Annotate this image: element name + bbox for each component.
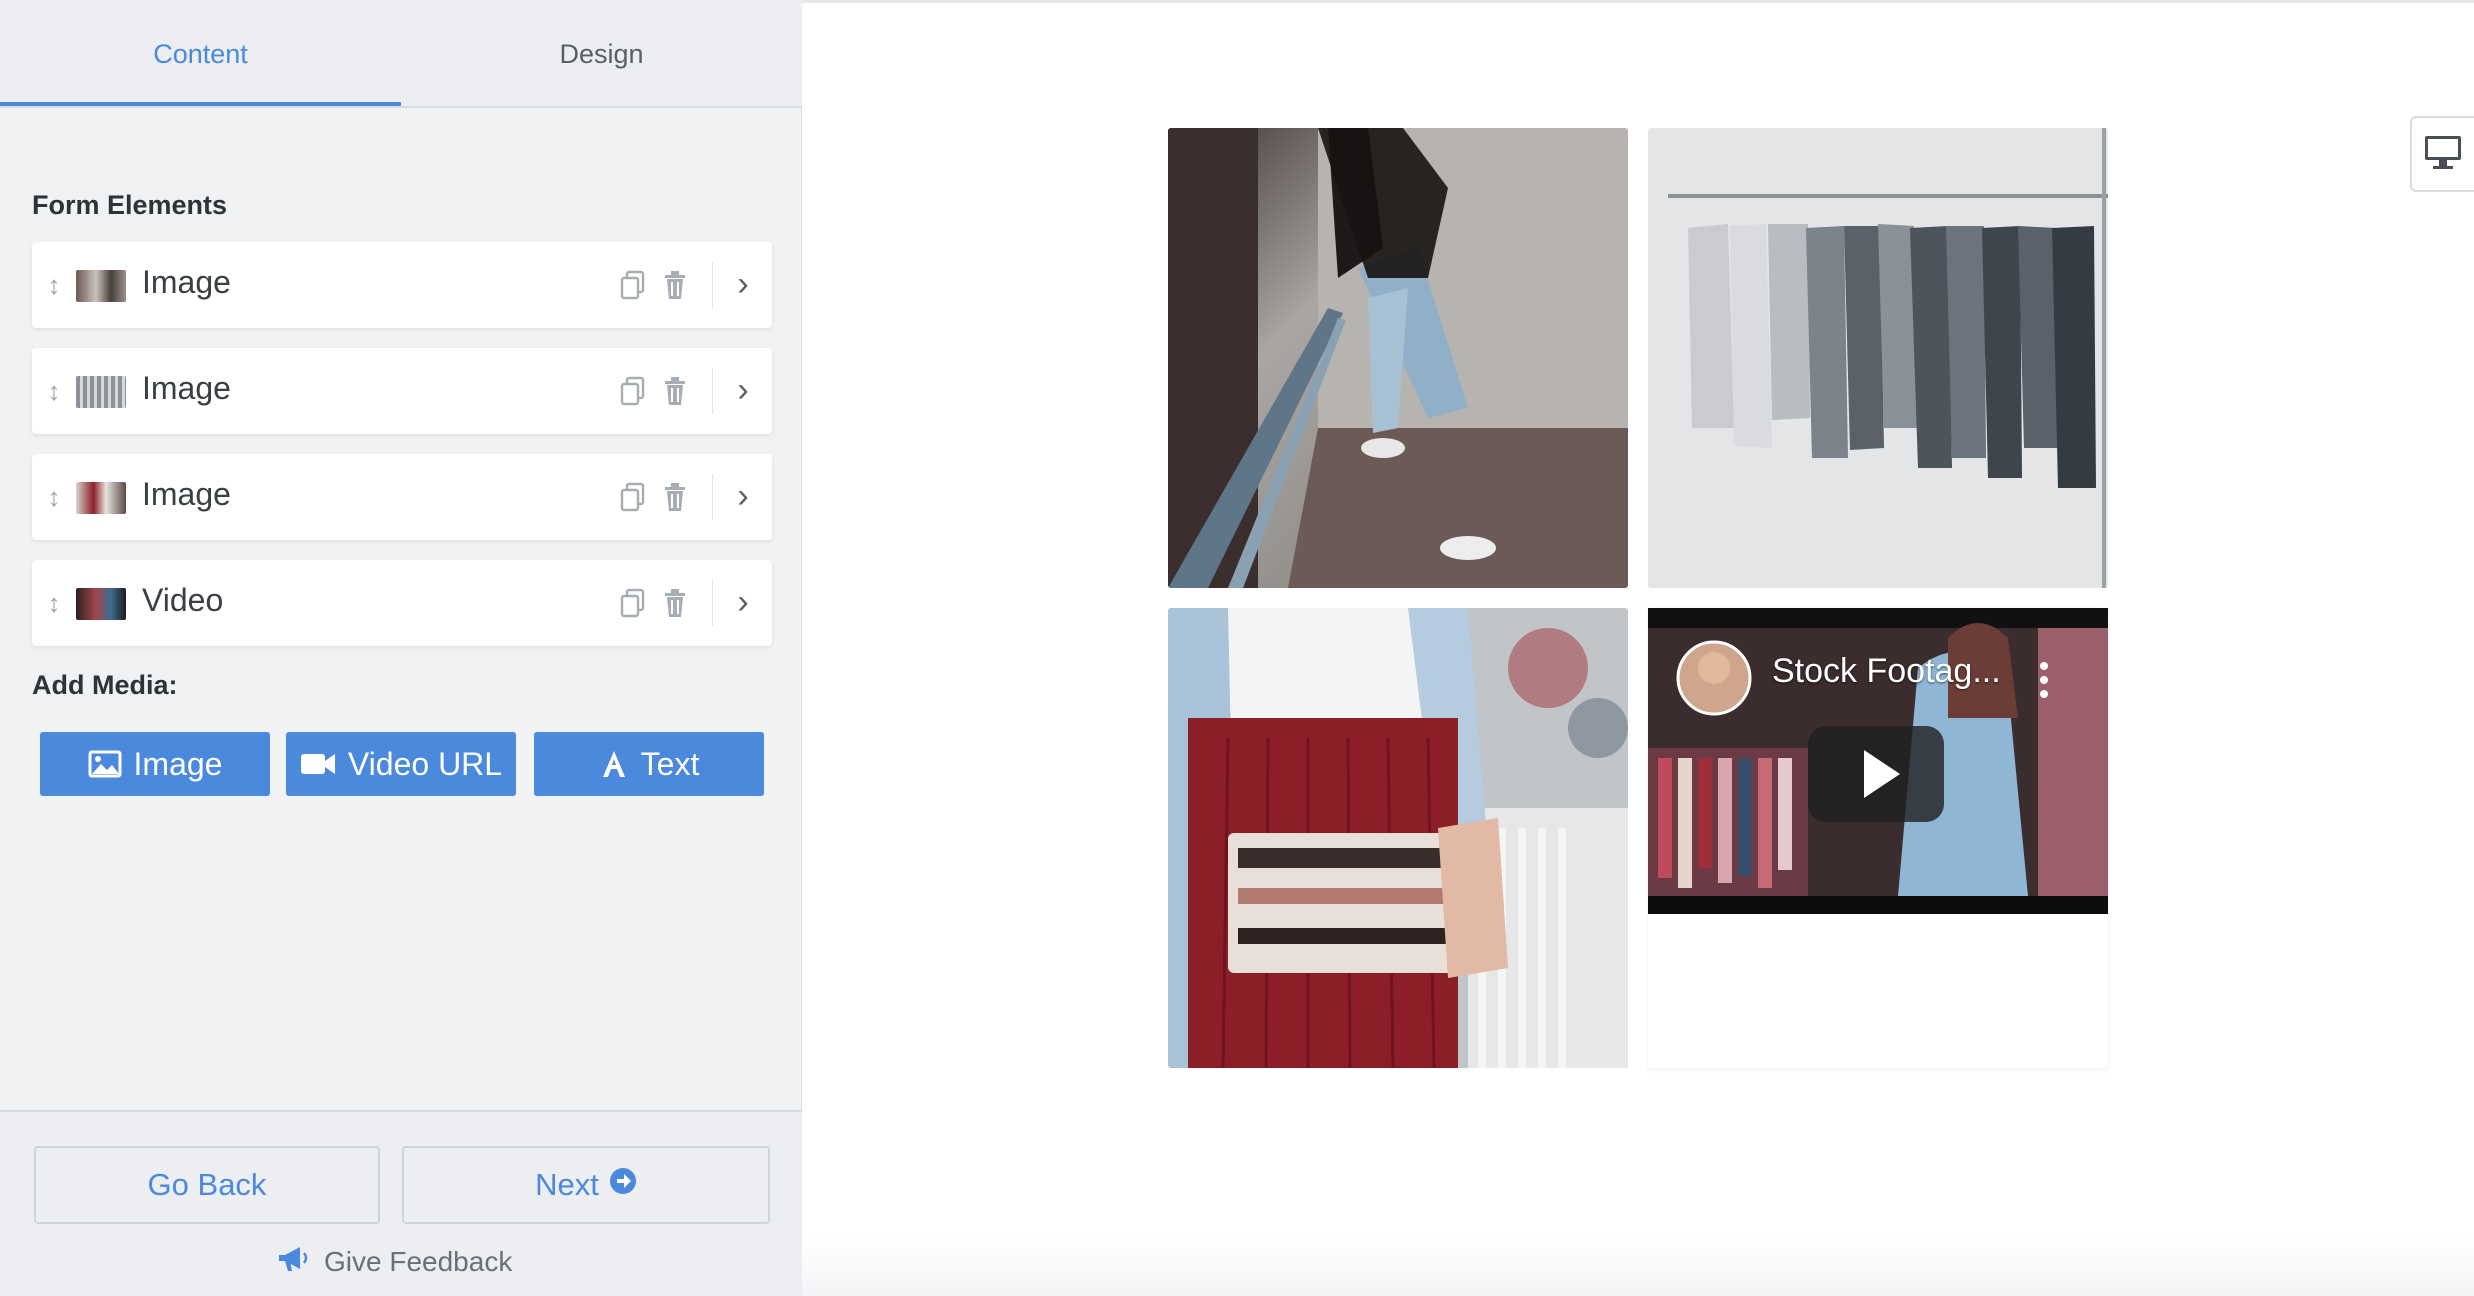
tab-design[interactable]: Design [401, 0, 802, 108]
form-element-label: Image [142, 264, 231, 300]
megaphone-icon [276, 1244, 310, 1281]
add-image-label: Image [133, 745, 223, 782]
give-feedback-link[interactable]: Give Feedback [276, 1244, 512, 1280]
go-back-label: Go Back [147, 1167, 267, 1202]
form-element-row[interactable]: ↕ Image › [32, 242, 772, 328]
gallery-image[interactable] [1168, 608, 1628, 1068]
chevron-right-icon[interactable]: › [726, 476, 760, 516]
drag-handle-icon[interactable]: ↕ [44, 480, 64, 514]
form-element-row[interactable]: ↕ Video › [32, 560, 772, 646]
form-element-row[interactable]: ↕ Image › [32, 454, 772, 540]
add-text-label: Text [640, 745, 700, 782]
desktop-monitor-icon [2423, 134, 2463, 175]
canvas-bottom-fade [802, 1236, 2474, 1296]
trash-icon[interactable] [660, 268, 690, 302]
divider [712, 262, 713, 308]
add-video-url-label: Video URL [347, 745, 503, 782]
form-element-label: Video [142, 582, 224, 618]
active-tab-indicator [0, 102, 401, 106]
divider [712, 580, 713, 626]
gallery-image[interactable] [1168, 128, 1628, 588]
photo-thumbnail [76, 270, 126, 302]
photo-thumbnail [76, 482, 126, 514]
chevron-right-icon[interactable]: › [726, 264, 760, 304]
canvas-top-border [802, 0, 2474, 3]
trash-icon[interactable] [660, 586, 690, 620]
gallery-image[interactable] [1648, 128, 2108, 588]
video-thumbnail [76, 588, 126, 620]
desktop-preview-button[interactable] [2410, 116, 2474, 192]
arrow-circle-right-icon [609, 1167, 637, 1203]
copy-icon[interactable] [618, 268, 648, 302]
photo-thumbnail [76, 376, 126, 408]
give-feedback-label: Give Feedback [324, 1246, 513, 1277]
editor-sidebar: Content Design Form Elements ↕ Image › ↕… [0, 0, 802, 1296]
go-back-button[interactable]: Go Back [34, 1146, 380, 1224]
chevron-right-icon[interactable]: › [726, 582, 760, 622]
copy-icon[interactable] [618, 586, 648, 620]
tab-bar: Content Design [0, 0, 802, 108]
gallery-video-card[interactable]: Stock Footag... [1648, 608, 2108, 1068]
add-text-button[interactable]: Text [534, 732, 764, 796]
video-camera-icon [300, 751, 336, 777]
add-image-button[interactable]: Image [40, 732, 270, 796]
divider [712, 474, 713, 520]
image-icon [88, 750, 122, 778]
form-element-row[interactable]: ↕ Image › [32, 348, 772, 434]
chevron-right-icon[interactable]: › [726, 370, 760, 410]
text-a-icon [599, 749, 629, 779]
add-media-heading: Add Media: [32, 670, 178, 700]
add-video-url-button[interactable]: Video URL [286, 732, 516, 796]
drag-handle-icon[interactable]: ↕ [44, 586, 64, 620]
next-label: Next [535, 1167, 599, 1202]
form-element-label: Image [142, 370, 231, 406]
tab-content[interactable]: Content [0, 0, 401, 108]
form-elements-heading: Form Elements [32, 190, 228, 220]
drag-handle-icon[interactable]: ↕ [44, 374, 64, 408]
trash-icon[interactable] [660, 480, 690, 514]
video-title: Stock Footag... [1772, 652, 2001, 690]
copy-icon[interactable] [618, 480, 648, 514]
next-button[interactable]: Next [402, 1146, 770, 1224]
drag-handle-icon[interactable]: ↕ [44, 268, 64, 302]
form-element-label: Image [142, 476, 231, 512]
copy-icon[interactable] [618, 374, 648, 408]
divider [712, 368, 713, 414]
video-player[interactable]: Stock Footag... [1648, 608, 2108, 914]
trash-icon[interactable] [660, 374, 690, 408]
